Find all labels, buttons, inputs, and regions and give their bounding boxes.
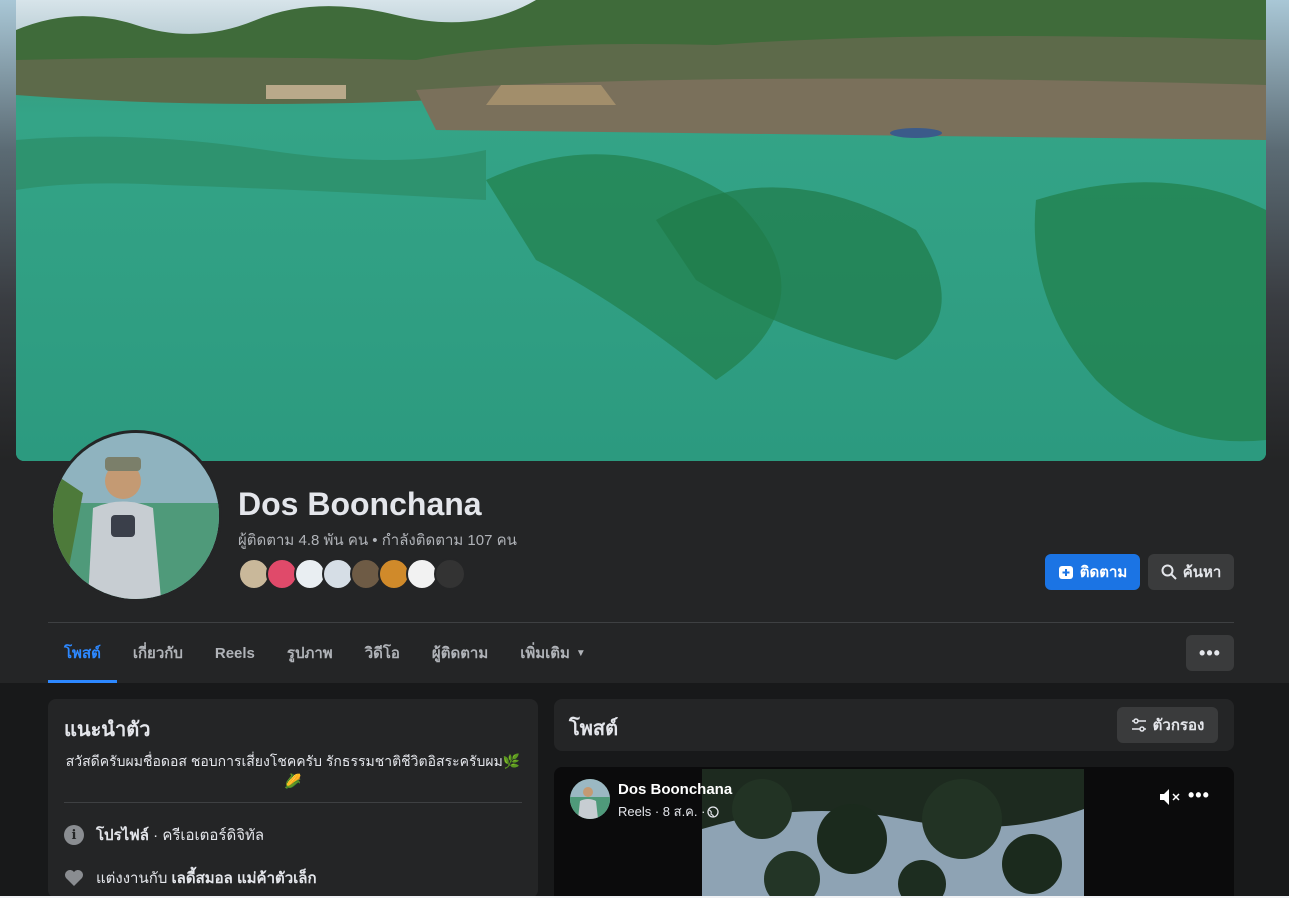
intro-bio: สวัสดีครับผมชื่อดอส ชอบการเสี่ยงโชคครับ …	[65, 753, 521, 789]
tab-posts[interactable]: โพสต์	[48, 623, 117, 683]
relationship-prefix: แต่งงานกับ	[96, 870, 172, 887]
tab-label: ผู้ติดตาม	[431, 645, 489, 662]
tab-label: วิดีโอ	[364, 645, 400, 662]
tab-reels[interactable]: Reels	[199, 623, 271, 683]
profile-label: โปรไฟล์	[96, 827, 149, 844]
profile-photo	[53, 433, 219, 599]
speaker-muted-icon	[1160, 789, 1180, 805]
follower-avatars[interactable]	[238, 558, 466, 590]
tab-label: Reels	[214, 644, 255, 662]
posts-header: โพสต์ ตัวกรอง	[554, 699, 1234, 751]
post-author-name[interactable]: Dos Boonchana	[618, 781, 732, 798]
post-author-avatar[interactable]	[570, 779, 610, 819]
profile-picture[interactable]	[50, 430, 222, 602]
relationship-name[interactable]: เลดี้สมอล แม่ค้าตัวเล็ก	[172, 870, 317, 887]
reel-video[interactable]	[702, 769, 1084, 898]
caret-down-icon: ▼	[575, 647, 586, 659]
tab-label: โพสต์	[64, 645, 101, 662]
tab-more[interactable]: เพิ่มเติม ▼	[504, 623, 602, 683]
search-label: ค้นหา	[1182, 564, 1222, 581]
intro-card: แนะนำตัว สวัสดีครับผมชื่อดอส ชอบการเสี่ย…	[48, 699, 538, 898]
follow-button[interactable]: ติดตาม	[1045, 554, 1140, 590]
tab-videos[interactable]: วิดีโอ	[349, 623, 416, 683]
globe-icon	[707, 805, 720, 818]
intro-profile-row: i โปรไฟล์ · ครีเอเตอร์ดิจิทัล	[64, 823, 264, 847]
filter-label: ตัวกรอง	[1152, 717, 1205, 734]
tab-label: เกี่ยวกับ	[132, 645, 183, 662]
follow-icon	[1058, 566, 1073, 579]
tab-about[interactable]: เกี่ยวกับ	[117, 623, 199, 683]
intro-relationship-row: แต่งงานกับ เลดี้สมอล แม่ค้าตัวเล็ก	[64, 866, 317, 890]
ellipsis-icon: •••	[1188, 785, 1210, 805]
profile-header: Dos Boonchana ผู้ติดตาม 4.8 พัน คน • กำล…	[0, 0, 1289, 683]
tab-followers[interactable]: ผู้ติดตาม	[416, 623, 504, 683]
tab-photos[interactable]: รูปภาพ	[271, 623, 349, 683]
profile-name: Dos Boonchana	[238, 486, 482, 522]
follower-avatar[interactable]	[434, 558, 466, 590]
cover-photo[interactable]	[16, 0, 1266, 461]
profile-tabs: โพสต์ เกี่ยวกับ Reels รูปภาพ วิดีโอ ผู้ต…	[48, 623, 602, 683]
profile-category: · ครีเอเตอร์ดิจิทัล	[149, 827, 265, 844]
follow-label: ติดตาม	[1079, 564, 1128, 581]
tab-label: เพิ่มเติม	[520, 645, 570, 662]
post-card: Dos Boonchana Reels · 8 ส.ค. · •••	[554, 767, 1234, 898]
filter-button[interactable]: ตัวกรอง	[1117, 707, 1218, 743]
info-icon: i	[64, 825, 84, 845]
heart-icon	[65, 870, 83, 886]
intro-divider	[64, 802, 522, 803]
post-more-button[interactable]: •••	[1188, 785, 1210, 806]
follower-stats[interactable]: ผู้ติดตาม 4.8 พัน คน • กำลังติดตาม 107 ค…	[238, 528, 517, 552]
tab-label: รูปภาพ	[286, 645, 333, 662]
profile-more-button[interactable]: •••	[1186, 635, 1234, 671]
posts-title: โพสต์	[569, 718, 619, 740]
sliders-icon	[1131, 718, 1146, 732]
search-button[interactable]: ค้นหา	[1148, 554, 1234, 590]
ellipsis-icon: •••	[1199, 642, 1221, 663]
intro-title: แนะนำตัว	[64, 719, 151, 741]
mute-button[interactable]	[1158, 787, 1182, 807]
search-icon	[1161, 564, 1177, 580]
post-meta-text: Reels · 8 ส.ค. ·	[618, 804, 706, 819]
post-meta: Reels · 8 ส.ค. ·	[618, 801, 720, 822]
